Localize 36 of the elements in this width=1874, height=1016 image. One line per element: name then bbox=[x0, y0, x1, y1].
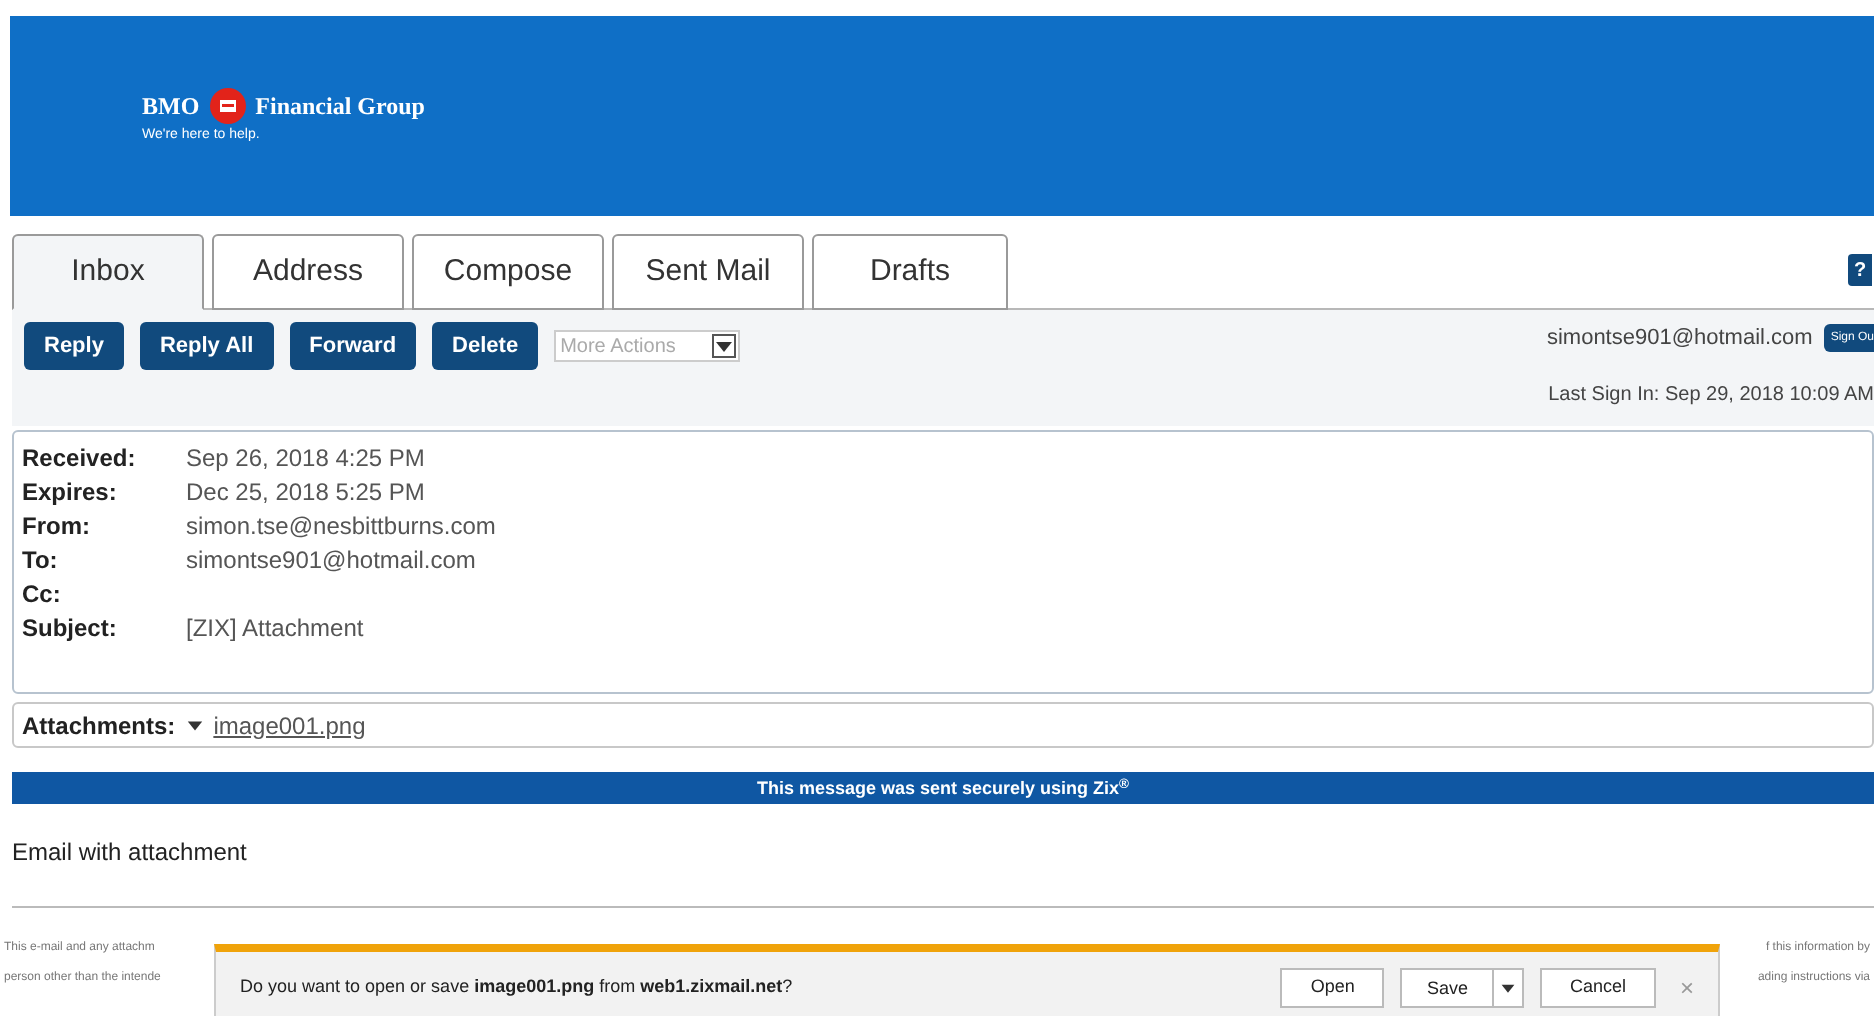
header-label: Expires: bbox=[22, 475, 119, 509]
header-value: Sep 26, 2018 4:25 PM bbox=[186, 441, 425, 475]
toolbar-button[interactable]: Forward bbox=[289, 322, 417, 370]
brand-name: BMO bbox=[142, 90, 200, 125]
attachments-label: Attachments: bbox=[22, 709, 176, 743]
tab[interactable]: Compose bbox=[412, 234, 604, 310]
attachment-link[interactable]: image001.png bbox=[213, 707, 366, 743]
message-body: Email with attachment bbox=[12, 836, 249, 870]
toolbar-button[interactable]: Reply All bbox=[139, 322, 274, 370]
secure-notice: This message was sent securely using Zix$^{®}$ bbox=[12, 772, 1874, 804]
tab[interactable]: Sent Mail bbox=[612, 234, 804, 310]
header-label: Subject: bbox=[22, 611, 119, 645]
roundel-icon bbox=[209, 88, 246, 125]
help-button[interactable]: ? bbox=[1848, 254, 1872, 286]
download-button[interactable]: Cancel bbox=[1539, 968, 1656, 1008]
download-button[interactable]: Open bbox=[1280, 968, 1385, 1008]
caret-icon[interactable] bbox=[1499, 980, 1516, 996]
tab[interactable]: Inbox bbox=[12, 234, 204, 310]
brand-name: Financial Group bbox=[255, 90, 425, 125]
header-label: Cc: bbox=[22, 577, 63, 611]
header-label: Received: bbox=[22, 441, 138, 475]
download-prompt: Do you want to open or save image001.png from web1.zixmail.net? bbox=[240, 974, 795, 1001]
header-value: simon.tse@nesbittburns.com bbox=[186, 509, 496, 543]
header-value: Dec 25, 2018 5:25 PM bbox=[186, 475, 425, 509]
caret-icon bbox=[185, 716, 204, 734]
user-email: simontse901@hotmail.com bbox=[1546, 324, 1813, 354]
toolbar-button[interactable]: Reply bbox=[24, 322, 124, 370]
tab[interactable]: Drafts bbox=[812, 234, 1008, 310]
header-value: simontse901@hotmail.com bbox=[186, 543, 476, 577]
header-label: To: bbox=[22, 543, 60, 577]
header-label: From: bbox=[22, 509, 92, 543]
tab[interactable]: Address bbox=[212, 234, 404, 310]
toolbar-button[interactable]: Delete bbox=[432, 322, 539, 370]
caret-icon bbox=[711, 334, 736, 358]
header-value: [ZIX] Attachment bbox=[186, 611, 364, 645]
last-sign-in: Last Sign In: Sep 29, 2018 10:09 AM bbox=[1548, 381, 1874, 409]
